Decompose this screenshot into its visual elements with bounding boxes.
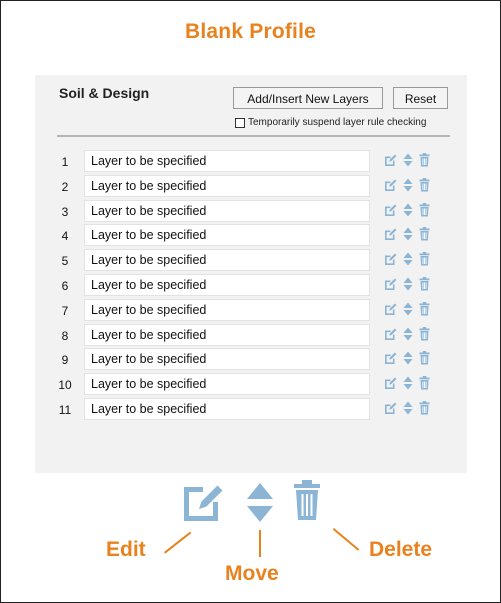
delete-icon[interactable] [419, 301, 430, 321]
layer-name-field[interactable]: Layer to be specified [84, 249, 370, 272]
edit-label: Edit [106, 538, 146, 561]
move-icon[interactable] [403, 327, 413, 346]
edit-icon[interactable] [383, 252, 397, 271]
layer-name-field[interactable]: Layer to be specified [84, 273, 370, 296]
layer-list: 1 Layer to be specified 2 Layer to be sp… [53, 149, 455, 422]
edit-icon[interactable] [383, 401, 397, 420]
layer-row: 8 Layer to be specified [53, 323, 455, 348]
edit-icon[interactable] [383, 277, 397, 296]
layer-actions [383, 276, 430, 296]
edit-icon[interactable] [383, 203, 397, 222]
layer-number: 4 [61, 229, 69, 244]
page-title: Blank Profile [185, 20, 316, 43]
delete-icon[interactable] [419, 227, 430, 246]
edit-callout-line [164, 531, 192, 554]
edit-icon[interactable] [383, 153, 397, 172]
move-icon[interactable] [403, 302, 413, 321]
layer-row: 4 Layer to be specified [53, 223, 455, 248]
layer-row: 5 Layer to be specified [53, 248, 455, 273]
edit-icon[interactable] [383, 327, 397, 346]
icon-legend [182, 478, 322, 533]
move-icon[interactable] [403, 153, 413, 172]
move-icon[interactable] [403, 227, 413, 246]
layer-name-field[interactable]: Layer to be specified [84, 397, 370, 420]
edit-icon[interactable] [383, 178, 397, 197]
move-icon[interactable] [403, 351, 413, 370]
layer-row: 1 Layer to be specified [53, 149, 455, 174]
layer-name-field[interactable]: Layer to be specified [84, 224, 370, 247]
layer-name-field[interactable]: Layer to be specified [84, 199, 370, 222]
layer-row: 6 Layer to be specified [53, 273, 455, 298]
reset-button[interactable]: Reset [393, 87, 448, 109]
layer-actions [383, 351, 430, 370]
layer-actions [383, 400, 430, 420]
layer-name-field[interactable]: Layer to be specified [84, 174, 370, 197]
add-insert-layers-button[interactable]: Add/Insert New Layers [233, 87, 383, 109]
layer-actions [383, 202, 430, 222]
suspend-checkbox-label: Temporarily suspend layer rule checking [248, 117, 427, 128]
delete-icon[interactable] [419, 376, 430, 395]
delete-icon[interactable] [419, 326, 430, 346]
layer-name-field[interactable]: Layer to be specified [84, 150, 370, 172]
layer-number: 3 [61, 204, 69, 219]
layer-number: 1 [61, 155, 69, 169]
layer-number: 7 [61, 303, 69, 318]
layer-actions [383, 252, 430, 271]
delete-icon[interactable] [419, 400, 430, 420]
layer-actions [383, 153, 430, 172]
layer-row: 9 Layer to be specified [53, 347, 455, 372]
move-icon[interactable] [403, 203, 413, 222]
layer-name-field[interactable]: Layer to be specified [84, 348, 370, 371]
divider [57, 135, 450, 137]
layer-row: 11 Layer to be specified [53, 397, 455, 422]
delete-icon[interactable] [419, 153, 430, 172]
delete-callout-line [332, 528, 360, 551]
move-icon[interactable] [403, 252, 413, 271]
panel-title: Soil & Design [59, 85, 150, 101]
suspend-checkbox[interactable] [235, 117, 245, 128]
move-icon[interactable] [403, 178, 413, 197]
legend-move-icon [247, 483, 273, 522]
layer-number: 9 [61, 353, 69, 368]
delete-icon[interactable] [419, 252, 430, 271]
layer-actions [383, 177, 430, 197]
layer-name-field[interactable]: Layer to be specified [84, 298, 370, 321]
move-label: Move [225, 562, 279, 585]
delete-icon[interactable] [419, 202, 430, 222]
layer-row: 10 Layer to be specified [53, 372, 455, 397]
move-icon[interactable] [403, 376, 413, 395]
edit-icon[interactable] [383, 376, 397, 395]
layer-number: 10 [58, 378, 72, 393]
edit-icon[interactable] [383, 351, 397, 370]
legend-delete-icon [294, 480, 320, 520]
move-icon[interactable] [403, 401, 413, 420]
layer-row: 3 Layer to be specified [53, 199, 455, 224]
layer-row: 2 Layer to be specified [53, 174, 455, 199]
soil-design-panel: Soil & Design Add/Insert New Layers Rese… [35, 75, 467, 473]
delete-icon[interactable] [419, 177, 430, 197]
move-icon[interactable] [403, 277, 413, 296]
delete-icon[interactable] [419, 276, 430, 296]
delete-label: Delete [369, 538, 433, 561]
layer-name-field[interactable]: Layer to be specified [84, 323, 370, 346]
layer-actions [383, 301, 430, 321]
layer-actions [383, 376, 430, 395]
edit-icon[interactable] [383, 227, 397, 246]
delete-icon[interactable] [419, 351, 430, 370]
layer-number: 2 [61, 179, 69, 194]
edit-icon[interactable] [383, 302, 397, 321]
layer-number: 6 [61, 278, 69, 293]
move-callout-line [259, 530, 261, 557]
layer-number: 8 [61, 328, 69, 343]
layer-actions [383, 326, 430, 346]
suspend-rule-checking[interactable]: Temporarily suspend layer rule checking [235, 117, 426, 128]
layer-number: 11 [58, 402, 72, 417]
layer-actions [383, 227, 430, 246]
layer-row: 7 Layer to be specified [53, 298, 455, 323]
layer-name-field[interactable]: Layer to be specified [84, 373, 370, 396]
legend-edit-icon [184, 485, 223, 521]
layer-number: 5 [61, 254, 69, 269]
figure-frame: Blank Profile Soil & Design Add/Insert N… [0, 0, 501, 603]
